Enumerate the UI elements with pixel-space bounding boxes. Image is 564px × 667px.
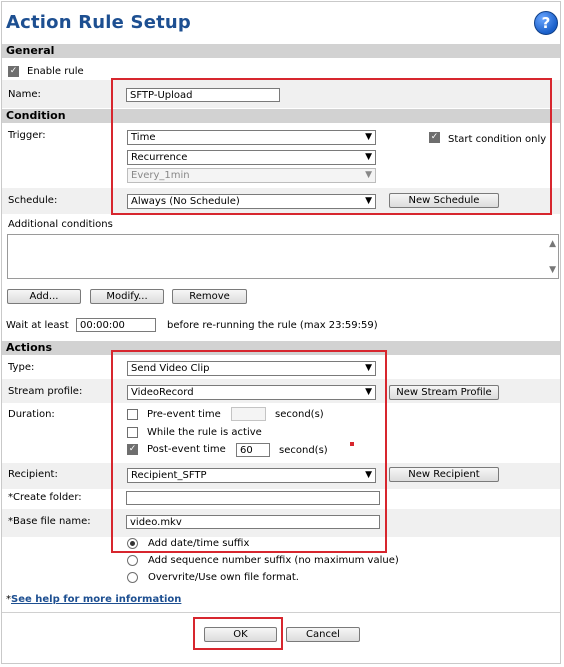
stream-label: Stream profile: [8, 386, 83, 397]
enable-rule-checkbox[interactable]: ✓ [8, 66, 19, 77]
sequence-suffix-label: Add sequence number suffix (no maximum v… [148, 555, 399, 566]
add-condition-button[interactable]: Add... [7, 289, 81, 304]
help-icon[interactable]: ? [534, 11, 558, 35]
remove-condition-button[interactable]: Remove [172, 289, 247, 304]
schedule-label: Schedule: [8, 195, 58, 206]
enable-rule-label: Enable rule [27, 66, 84, 77]
modify-condition-button[interactable]: Modify... [90, 289, 164, 304]
footer-divider [2, 612, 560, 613]
new-recipient-button[interactable]: New Recipient [389, 467, 499, 482]
new-stream-profile-button[interactable]: New Stream Profile [389, 385, 499, 400]
wait-suffix: before re-running the rule (max 23:59:59… [167, 320, 378, 331]
highlight-box-ok [193, 617, 283, 650]
overwrite-radio[interactable] [127, 572, 138, 583]
section-general: General [2, 44, 560, 58]
page-title: Action Rule Setup [6, 12, 192, 33]
base-file-label: *Base file name: [8, 516, 91, 527]
type-label: Type: [8, 362, 35, 373]
scroll-up-icon[interactable]: ▲ [549, 239, 556, 249]
overwrite-label: Overvrite/Use own file format. [148, 572, 299, 583]
wait-input[interactable]: 00:00:00 [76, 318, 156, 332]
wait-label: Wait at least [6, 320, 69, 331]
help-note: *See help for more information [6, 594, 181, 605]
highlight-box-condition [111, 78, 552, 215]
scroll-down-icon[interactable]: ▼ [549, 265, 556, 275]
cancel-button[interactable]: Cancel [286, 627, 360, 642]
trigger-label: Trigger: [8, 130, 46, 141]
sequence-suffix-radio[interactable] [127, 555, 138, 566]
additional-conditions-label: Additional conditions [8, 219, 113, 230]
create-folder-label: *Create folder: [8, 492, 82, 503]
highlight-box-actions [111, 350, 387, 553]
name-label: Name: [8, 89, 41, 100]
duration-label: Duration: [8, 409, 55, 420]
help-link[interactable]: See help for more information [11, 594, 181, 605]
additional-conditions-list[interactable]: ▲ ▼ [7, 234, 559, 279]
recipient-label: Recipient: [8, 469, 58, 480]
